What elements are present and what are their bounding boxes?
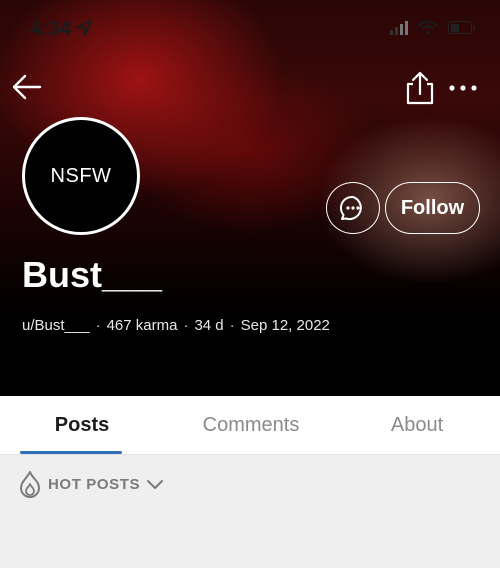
tab-label: Posts — [54, 413, 110, 436]
signal-icon — [390, 20, 408, 35]
chevron-down-icon — [147, 480, 164, 489]
navigation-arrow-icon — [76, 20, 92, 36]
tab-about[interactable]: About — [334, 396, 500, 454]
meta-separator: · — [183, 317, 189, 334]
profile-tabs: Posts Comments About — [0, 396, 500, 454]
divider — [0, 454, 500, 455]
share-icon[interactable] — [402, 70, 438, 106]
meta-separator: · — [229, 317, 235, 334]
back-arrow-icon[interactable] — [10, 70, 44, 104]
karma: 467 karma — [106, 317, 178, 334]
tab-posts[interactable]: Posts — [0, 396, 168, 454]
sort-label: HOT POSTS — [48, 475, 141, 493]
chat-button[interactable] — [326, 182, 380, 234]
follow-button[interactable]: Follow — [385, 182, 480, 234]
sort-dropdown[interactable]: HOT POSTS — [18, 470, 164, 498]
status-time: 4:34 — [30, 18, 72, 40]
account-age: 34 d — [194, 317, 224, 334]
battery-icon — [448, 21, 475, 34]
tab-comments[interactable]: Comments — [168, 396, 334, 454]
status-icons — [390, 20, 475, 35]
profile-meta: u/Bust___ · 467 karma · 34 d · Sep 12, 2… — [22, 317, 330, 334]
tab-label: About — [390, 413, 444, 436]
meta-separator: · — [95, 317, 101, 334]
avatar[interactable]: NSFW — [22, 117, 140, 235]
wifi-icon — [418, 20, 438, 35]
chat-icon — [339, 195, 362, 221]
username: u/Bust___ — [22, 317, 90, 334]
tab-label: Comments — [202, 413, 300, 436]
join-date: Sep 12, 2022 — [240, 317, 330, 334]
flame-icon — [20, 471, 40, 498]
display-name: Bust___ — [22, 254, 163, 295]
avatar-text: NSFW — [50, 164, 112, 187]
more-icon[interactable] — [448, 78, 478, 98]
profile-banner: 4:34 NSFW Follow Bust___ u/Bust___ · 467… — [0, 0, 500, 396]
